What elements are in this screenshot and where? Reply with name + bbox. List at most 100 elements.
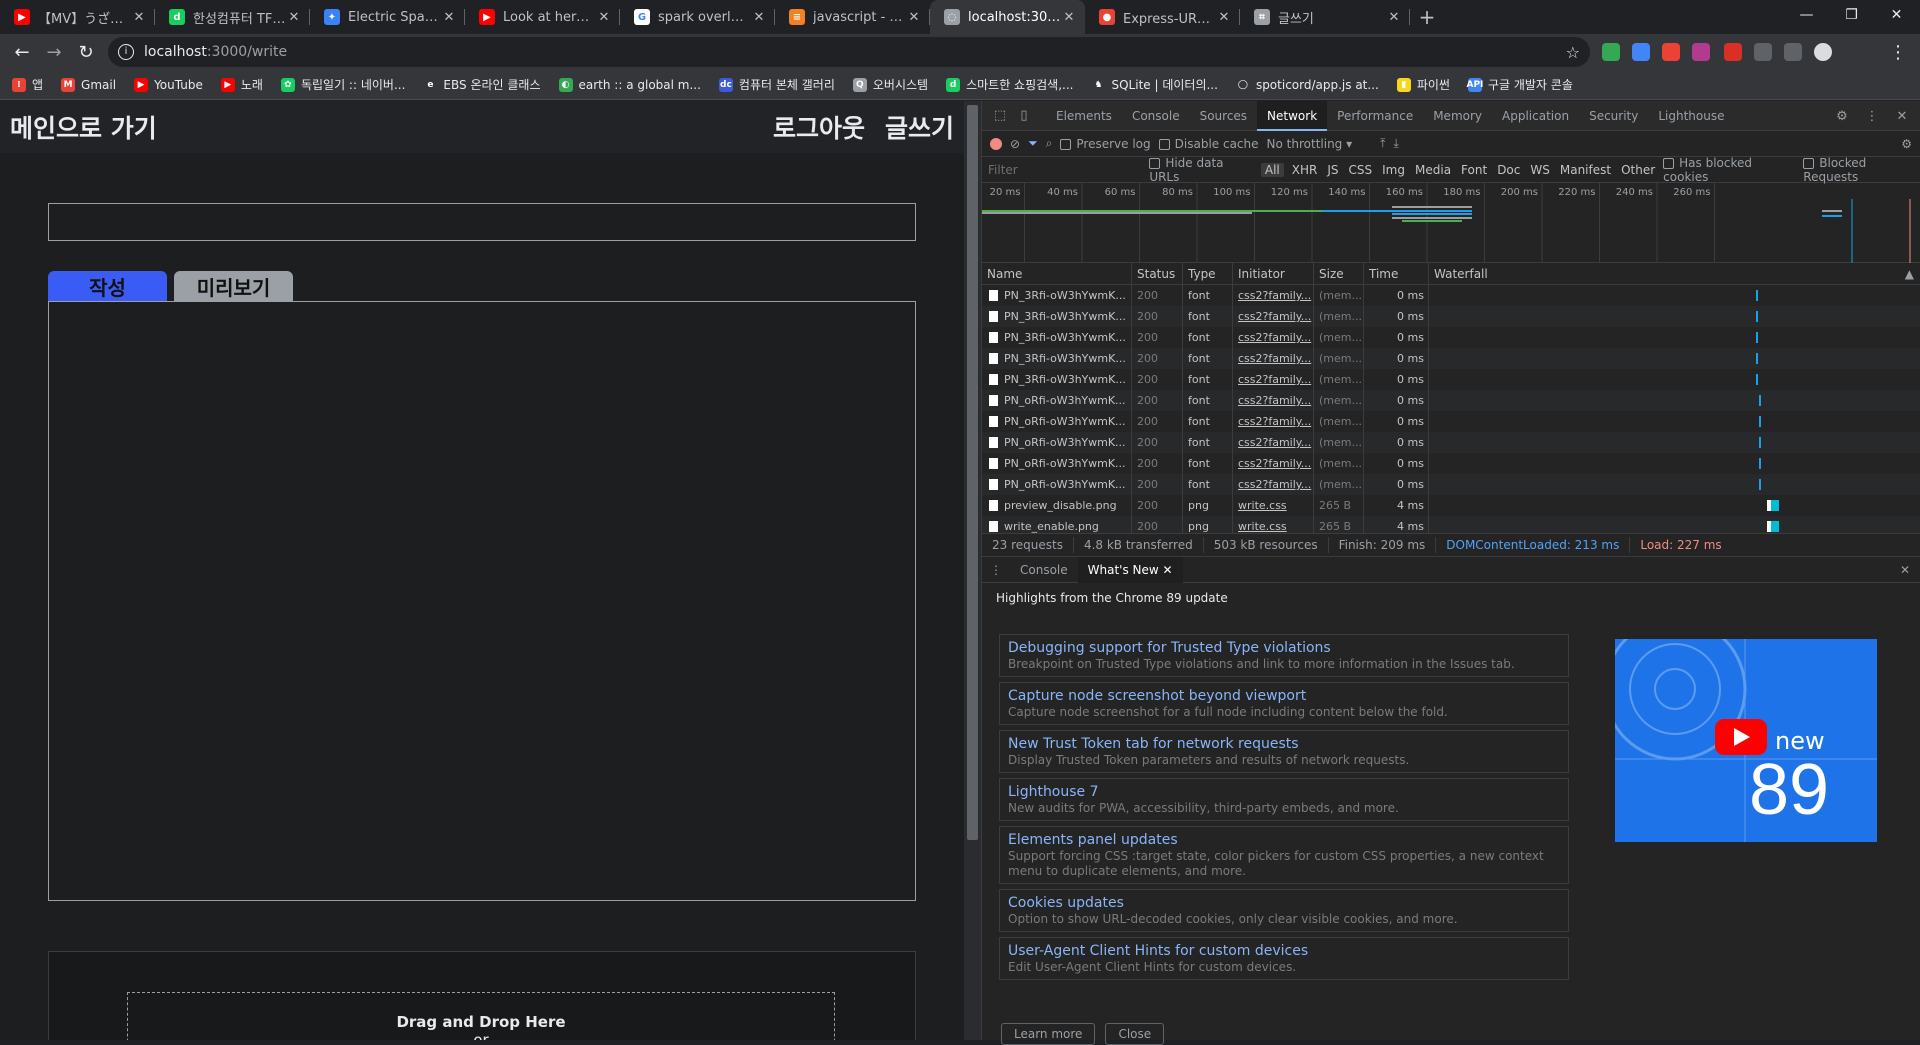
filter-type-media[interactable]: Media bbox=[1415, 163, 1451, 177]
whats-new-item[interactable]: New Trust Token tab for network requests… bbox=[999, 730, 1569, 773]
drawer-tab-whats-new[interactable]: What's New ✕ bbox=[1077, 556, 1183, 583]
close-tab-icon[interactable]: ✕ bbox=[1061, 10, 1077, 25]
bookmark-item[interactable]: ✿ 독립일기 :: 네이버... bbox=[280, 76, 405, 93]
close-tab-icon[interactable]: ✕ bbox=[131, 10, 147, 25]
bookmark-item[interactable]: ▮ 파이썬 bbox=[1396, 76, 1450, 93]
table-row[interactable]: PN_oRfi-oW3hYwmK... 200 font css2?family...… bbox=[982, 432, 1920, 453]
request-initiator[interactable]: css2?family... bbox=[1233, 474, 1314, 495]
browser-tab[interactable]: d 한성컴퓨터 TFG ART W✕ bbox=[155, 0, 310, 34]
whats-new-item[interactable]: User-Agent Client Hints for custom devic… bbox=[999, 937, 1569, 980]
whats-new-item-title[interactable]: Lighthouse 7 bbox=[1008, 783, 1560, 801]
network-settings-gear-icon[interactable]: ⚙ bbox=[1901, 137, 1912, 151]
browser-tab[interactable]: ≡ javascript - How to ad✕ bbox=[775, 0, 930, 34]
close-tab-icon[interactable]: ✕ bbox=[596, 10, 612, 25]
column-initiator[interactable]: Initiator bbox=[1233, 262, 1314, 285]
devtools-tab-lighthouse[interactable]: Lighthouse bbox=[1648, 101, 1734, 131]
table-row[interactable]: PN_3Rfi-oW3hYwmK... 200 font css2?family...… bbox=[982, 306, 1920, 327]
whats-new-item-title[interactable]: Cookies updates bbox=[1008, 894, 1560, 912]
devtools-tab-elements[interactable]: Elements bbox=[1046, 101, 1122, 131]
drawer-tab-console[interactable]: Console bbox=[1010, 557, 1078, 583]
close-tab-icon[interactable]: ✕ bbox=[441, 10, 457, 25]
close-tab-icon[interactable]: ✕ bbox=[1386, 10, 1402, 25]
request-initiator[interactable]: css2?family... bbox=[1233, 390, 1314, 411]
reading-list-icon[interactable] bbox=[1784, 43, 1802, 61]
browser-tab[interactable]: ● Express-URL을 이용한✕ bbox=[1085, 0, 1240, 34]
request-initiator[interactable]: css2?family... bbox=[1233, 306, 1314, 327]
filter-type-ws[interactable]: WS bbox=[1530, 163, 1549, 177]
extensions-puzzle-icon[interactable] bbox=[1754, 43, 1772, 61]
whats-new-video-thumbnail[interactable]: new 89 bbox=[1615, 639, 1877, 842]
new-tab-button[interactable]: + bbox=[1410, 0, 1444, 34]
clear-icon[interactable]: ⊘ bbox=[1010, 137, 1020, 151]
filter-icon[interactable]: ⏷ bbox=[1028, 136, 1038, 151]
whats-new-item[interactable]: Debugging support for Trusted Type viola… bbox=[999, 634, 1569, 677]
filter-type-css[interactable]: CSS bbox=[1349, 163, 1373, 177]
bookmark-item[interactable]: ◯ spoticord/app.js at... bbox=[1236, 78, 1379, 92]
post-body-editor[interactable] bbox=[48, 301, 916, 901]
close-tab-icon[interactable]: ✕ bbox=[1163, 563, 1173, 577]
blocked-requests-checkbox[interactable]: Blocked Requests bbox=[1803, 156, 1920, 184]
bookmark-item[interactable]: API 구글 개발자 콘솔 bbox=[1467, 76, 1573, 93]
post-title-input[interactable] bbox=[48, 203, 916, 241]
page-scrollbar-thumb[interactable] bbox=[967, 105, 978, 840]
write-link[interactable]: 글쓰기 bbox=[885, 109, 954, 145]
filter-type-font[interactable]: Font bbox=[1461, 163, 1487, 177]
extension-red-icon[interactable] bbox=[1724, 43, 1742, 61]
search-icon[interactable]: ⌕ bbox=[1046, 136, 1053, 151]
export-har-icon[interactable]: ⤓ bbox=[1393, 136, 1398, 151]
browser-tab[interactable]: ◌ localhost:3000/write✕ bbox=[930, 0, 1085, 34]
learn-more-button[interactable]: Learn more bbox=[1001, 1023, 1096, 1045]
devtools-tab-console[interactable]: Console bbox=[1122, 101, 1190, 131]
column-waterfall[interactable]: Waterfall ▲ bbox=[1429, 263, 1920, 285]
filter-type-img[interactable]: Img bbox=[1382, 163, 1405, 177]
devtools-tab-application[interactable]: Application bbox=[1492, 101, 1579, 131]
browser-tab[interactable]: ✦ Electric Spark Images✕ bbox=[310, 0, 465, 34]
close-tab-icon[interactable]: ✕ bbox=[286, 10, 302, 25]
filter-type-other[interactable]: Other bbox=[1621, 163, 1655, 177]
filter-type-xhr[interactable]: XHR bbox=[1292, 163, 1318, 177]
whats-new-item[interactable]: Cookies updates Option to show URL-decode… bbox=[999, 889, 1569, 932]
table-row[interactable]: preview_disable.png 200 png write.css 265 B4… bbox=[982, 495, 1920, 516]
close-tab-icon[interactable]: ✕ bbox=[751, 10, 767, 25]
filter-type-all[interactable]: All bbox=[1260, 162, 1284, 177]
browser-tab[interactable]: ⌗ 글쓰기 ✕ bbox=[1240, 0, 1410, 34]
bookmark-item[interactable]: Q 오버시스템 bbox=[852, 76, 928, 93]
tab-preview[interactable]: 미리보기 bbox=[174, 271, 293, 301]
settings-gear-icon[interactable]: ⚙ bbox=[1830, 104, 1854, 128]
column-size[interactable]: Size bbox=[1314, 262, 1364, 285]
close-window-button[interactable]: ✕ bbox=[1874, 0, 1919, 30]
whats-new-item[interactable]: Capture node screenshot beyond viewport C… bbox=[999, 682, 1569, 725]
browser-tab[interactable]: Gspark overlay - Google✕ bbox=[620, 0, 775, 34]
filter-input[interactable]: Filter bbox=[988, 163, 1141, 177]
inspect-element-icon[interactable]: ⬚ bbox=[988, 104, 1012, 128]
whats-new-item-title[interactable]: Debugging support for Trusted Type viola… bbox=[1008, 639, 1560, 657]
request-initiator[interactable]: css2?family... bbox=[1233, 453, 1314, 474]
extension-shield-icon[interactable] bbox=[1602, 43, 1620, 61]
devtools-tab-sources[interactable]: Sources bbox=[1190, 101, 1257, 131]
extension-translate-icon[interactable] bbox=[1632, 43, 1650, 61]
request-initiator[interactable]: css2?family... bbox=[1233, 348, 1314, 369]
request-initiator[interactable]: css2?family... bbox=[1233, 327, 1314, 348]
logout-link[interactable]: 로그아웃 bbox=[773, 109, 865, 145]
tab-write[interactable]: 작성 bbox=[48, 271, 167, 301]
column-name[interactable]: Name bbox=[982, 262, 1132, 285]
throttling-select[interactable]: No throttling ▾ bbox=[1267, 137, 1353, 151]
bookmark-item[interactable]: dc 컴퓨터 본체 갤러리 bbox=[718, 76, 835, 93]
filter-type-js[interactable]: JS bbox=[1327, 163, 1338, 177]
table-row[interactable]: PN_oRfi-oW3hYwmK... 200 font css2?family...… bbox=[982, 453, 1920, 474]
close-drawer-icon[interactable]: ✕ bbox=[1900, 563, 1910, 577]
requests-table-body[interactable]: PN_3Rfi-oW3hYwmK... 200 font css2?family...… bbox=[982, 285, 1920, 533]
table-row[interactable]: PN_3Rfi-oW3hYwmK... 200 font css2?family...… bbox=[982, 327, 1920, 348]
home-link[interactable]: 메인으로 가기 bbox=[10, 109, 157, 145]
filter-type-manifest[interactable]: Manifest bbox=[1560, 163, 1611, 177]
table-row[interactable]: write_enable.png 200 png write.css 265 B4 ms bbox=[982, 516, 1920, 533]
devtools-tab-memory[interactable]: Memory bbox=[1423, 101, 1492, 131]
more-options-icon[interactable]: ⋮ bbox=[1860, 104, 1884, 128]
extension-brackets-icon[interactable] bbox=[1692, 43, 1710, 61]
close-tab-icon[interactable]: ✕ bbox=[906, 10, 922, 25]
request-initiator[interactable]: css2?family... bbox=[1233, 285, 1314, 306]
hide-data-urls-checkbox[interactable]: Hide data URLs bbox=[1149, 156, 1253, 184]
drop-zone[interactable]: Drag and Drop Here or bbox=[127, 992, 835, 1040]
whats-new-item[interactable]: Elements panel updates Support forcing CS… bbox=[999, 826, 1569, 884]
disable-cache-checkbox[interactable]: Disable cache bbox=[1158, 137, 1259, 151]
